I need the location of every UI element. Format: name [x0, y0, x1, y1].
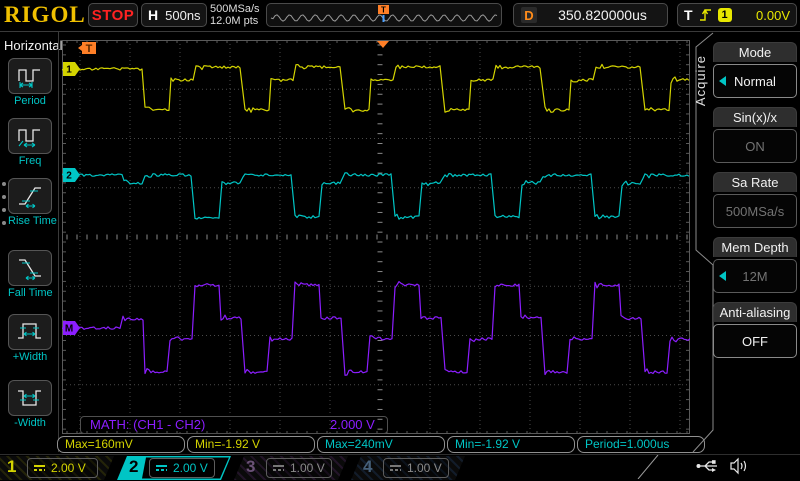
channel-2-block[interactable]: 2 2.00 V — [117, 456, 231, 480]
trigger-status-box: T 1 0.00V — [677, 3, 797, 27]
channel-1-value-box: 2.00 V — [27, 458, 98, 478]
menu-value-sinx[interactable]: ON — [713, 129, 797, 163]
sidebar-divider — [58, 32, 59, 452]
measurement-ch2-min: Min=-1.92 V — [447, 436, 575, 453]
dc-coupling-icon — [155, 464, 168, 473]
status-icons — [695, 457, 749, 475]
bottombar-divider — [630, 455, 670, 479]
math-expression: MATH: (CH1 - CH2) — [90, 417, 205, 432]
channel-2-scale: 2.00 V — [173, 461, 208, 475]
svg-text:2: 2 — [66, 171, 72, 182]
memory-points: 12.0M pts — [210, 15, 260, 27]
menu-tab-acquire: Acquire — [693, 55, 708, 106]
svg-text:M: M — [65, 324, 73, 335]
menu-group-mode: Mode Normal — [713, 42, 797, 98]
svg-text:T: T — [86, 43, 93, 55]
run-state-button[interactable]: STOP — [88, 3, 138, 27]
h-label: H — [148, 7, 158, 23]
menu-value-mem-depth[interactable]: 12M — [713, 259, 797, 293]
fall-time-icon — [15, 255, 45, 281]
usb-icon — [695, 457, 721, 475]
topbar-divider — [0, 31, 800, 32]
trigger-level-value: 0.00V — [737, 8, 790, 23]
horizontal-measure-sidebar: Horizontal Period Freq Rise Time Fall Ti… — [0, 32, 58, 452]
menu-label-sinx: Sin(x)/x — [713, 107, 797, 127]
channel-1-scale: 2.00 V — [51, 461, 86, 475]
preview-wave-icon: T — [267, 4, 501, 26]
sample-rate-readout: 500MSa/s 12.0M pts — [210, 3, 260, 27]
channel-3-block[interactable]: 3 1.00 V — [234, 456, 348, 480]
channel-3-value-box: 1.00 V — [266, 458, 332, 478]
menu-label-mode: Mode — [713, 42, 797, 62]
waveform-preview-strip[interactable]: T — [266, 3, 502, 27]
rise-time-icon — [15, 183, 45, 209]
horizontal-scale-box[interactable]: H 500ns — [141, 3, 207, 27]
freq-icon — [15, 123, 45, 149]
menu-group-sinx: Sin(x)/x ON — [713, 107, 797, 163]
menu-label-mem-depth: Mem Depth — [713, 237, 797, 257]
dc-coupling-icon — [272, 464, 285, 473]
math-scale: 2.000 V — [330, 417, 375, 432]
delay-label: D — [521, 7, 537, 23]
channel-3-number: 3 — [246, 457, 255, 477]
channel-2-number: 2 — [129, 457, 138, 477]
menu-group-anti-aliasing: Anti-aliasing OFF — [713, 302, 797, 358]
menu-label-sa-rate: Sa Rate — [713, 172, 797, 192]
measurement-ch1-max: Max=160mV — [57, 436, 185, 453]
sidebar-item-nwidth[interactable]: -Width — [8, 380, 52, 429]
top-status-bar: RIGOL STOP H 500ns 500MSa/s 12.0M pts T … — [0, 0, 800, 31]
measurement-period: Period=1.000us — [577, 436, 705, 453]
delay-value: 350.820000us — [545, 7, 660, 23]
sidebar-scroll-dots — [2, 182, 6, 225]
channel-4-scale: 1.00 V — [407, 461, 442, 475]
dc-coupling-icon — [33, 464, 46, 473]
trigger-delay-box: D 350.820000us — [513, 3, 668, 27]
trigger-source-badge: 1 — [718, 8, 732, 22]
pwidth-icon — [15, 319, 45, 345]
channel-4-number: 4 — [363, 457, 372, 477]
channel-3-scale: 1.00 V — [290, 461, 325, 475]
channel-1-number: 1 — [7, 457, 16, 477]
trigger-slope-icon — [698, 7, 713, 23]
channel-4-block[interactable]: 4 1.00 V — [351, 456, 465, 480]
svg-text:1: 1 — [66, 65, 72, 76]
sidebar-title: Horizontal — [4, 38, 63, 53]
channel-2-value-box: 2.00 V — [149, 458, 215, 478]
measurement-ch1-min: Min=-1.92 V — [187, 436, 315, 453]
left-arrow-icon — [719, 76, 726, 86]
dc-coupling-icon — [389, 464, 402, 473]
menu-value-anti-aliasing[interactable]: OFF — [713, 324, 797, 358]
sample-rate: 500MSa/s — [210, 3, 260, 15]
period-icon — [15, 63, 45, 89]
trigger-label: T — [684, 7, 693, 23]
nwidth-icon — [15, 385, 45, 411]
waveform-display: T 1 2 M — [62, 40, 690, 434]
menu-value-mode[interactable]: Normal — [713, 64, 797, 98]
h-scale-value: 500ns — [165, 8, 200, 23]
sidebar-item-fall-time[interactable]: Fall Time — [8, 250, 52, 299]
sidebar-item-period[interactable]: Period — [8, 58, 52, 107]
menu-group-mem-depth: Mem Depth 12M — [713, 237, 797, 293]
measurement-ch2-max: Max=240mV — [317, 436, 445, 453]
svg-text:T: T — [381, 6, 386, 15]
channel-1-block[interactable]: 1 2.00 V — [0, 456, 114, 480]
rigol-logo: RIGOL — [4, 2, 86, 28]
sidebar-item-rise-time[interactable]: Rise Time — [8, 178, 52, 227]
sound-icon — [729, 457, 749, 475]
channel-status-bar: 1 2.00 V 2 2.00 V 3 1.00 V 4 1.00 V — [0, 454, 800, 481]
menu-label-anti-aliasing: Anti-aliasing — [713, 302, 797, 322]
menu-value-sa-rate[interactable]: 500MSa/s — [713, 194, 797, 228]
channel-4-value-box: 1.00 V — [383, 458, 449, 478]
menu-group-sa-rate: Sa Rate 500MSa/s — [713, 172, 797, 228]
sidebar-item-pwidth[interactable]: +Width — [8, 314, 52, 363]
sidebar-item-freq[interactable]: Freq — [8, 118, 52, 167]
left-arrow-icon — [719, 271, 726, 281]
